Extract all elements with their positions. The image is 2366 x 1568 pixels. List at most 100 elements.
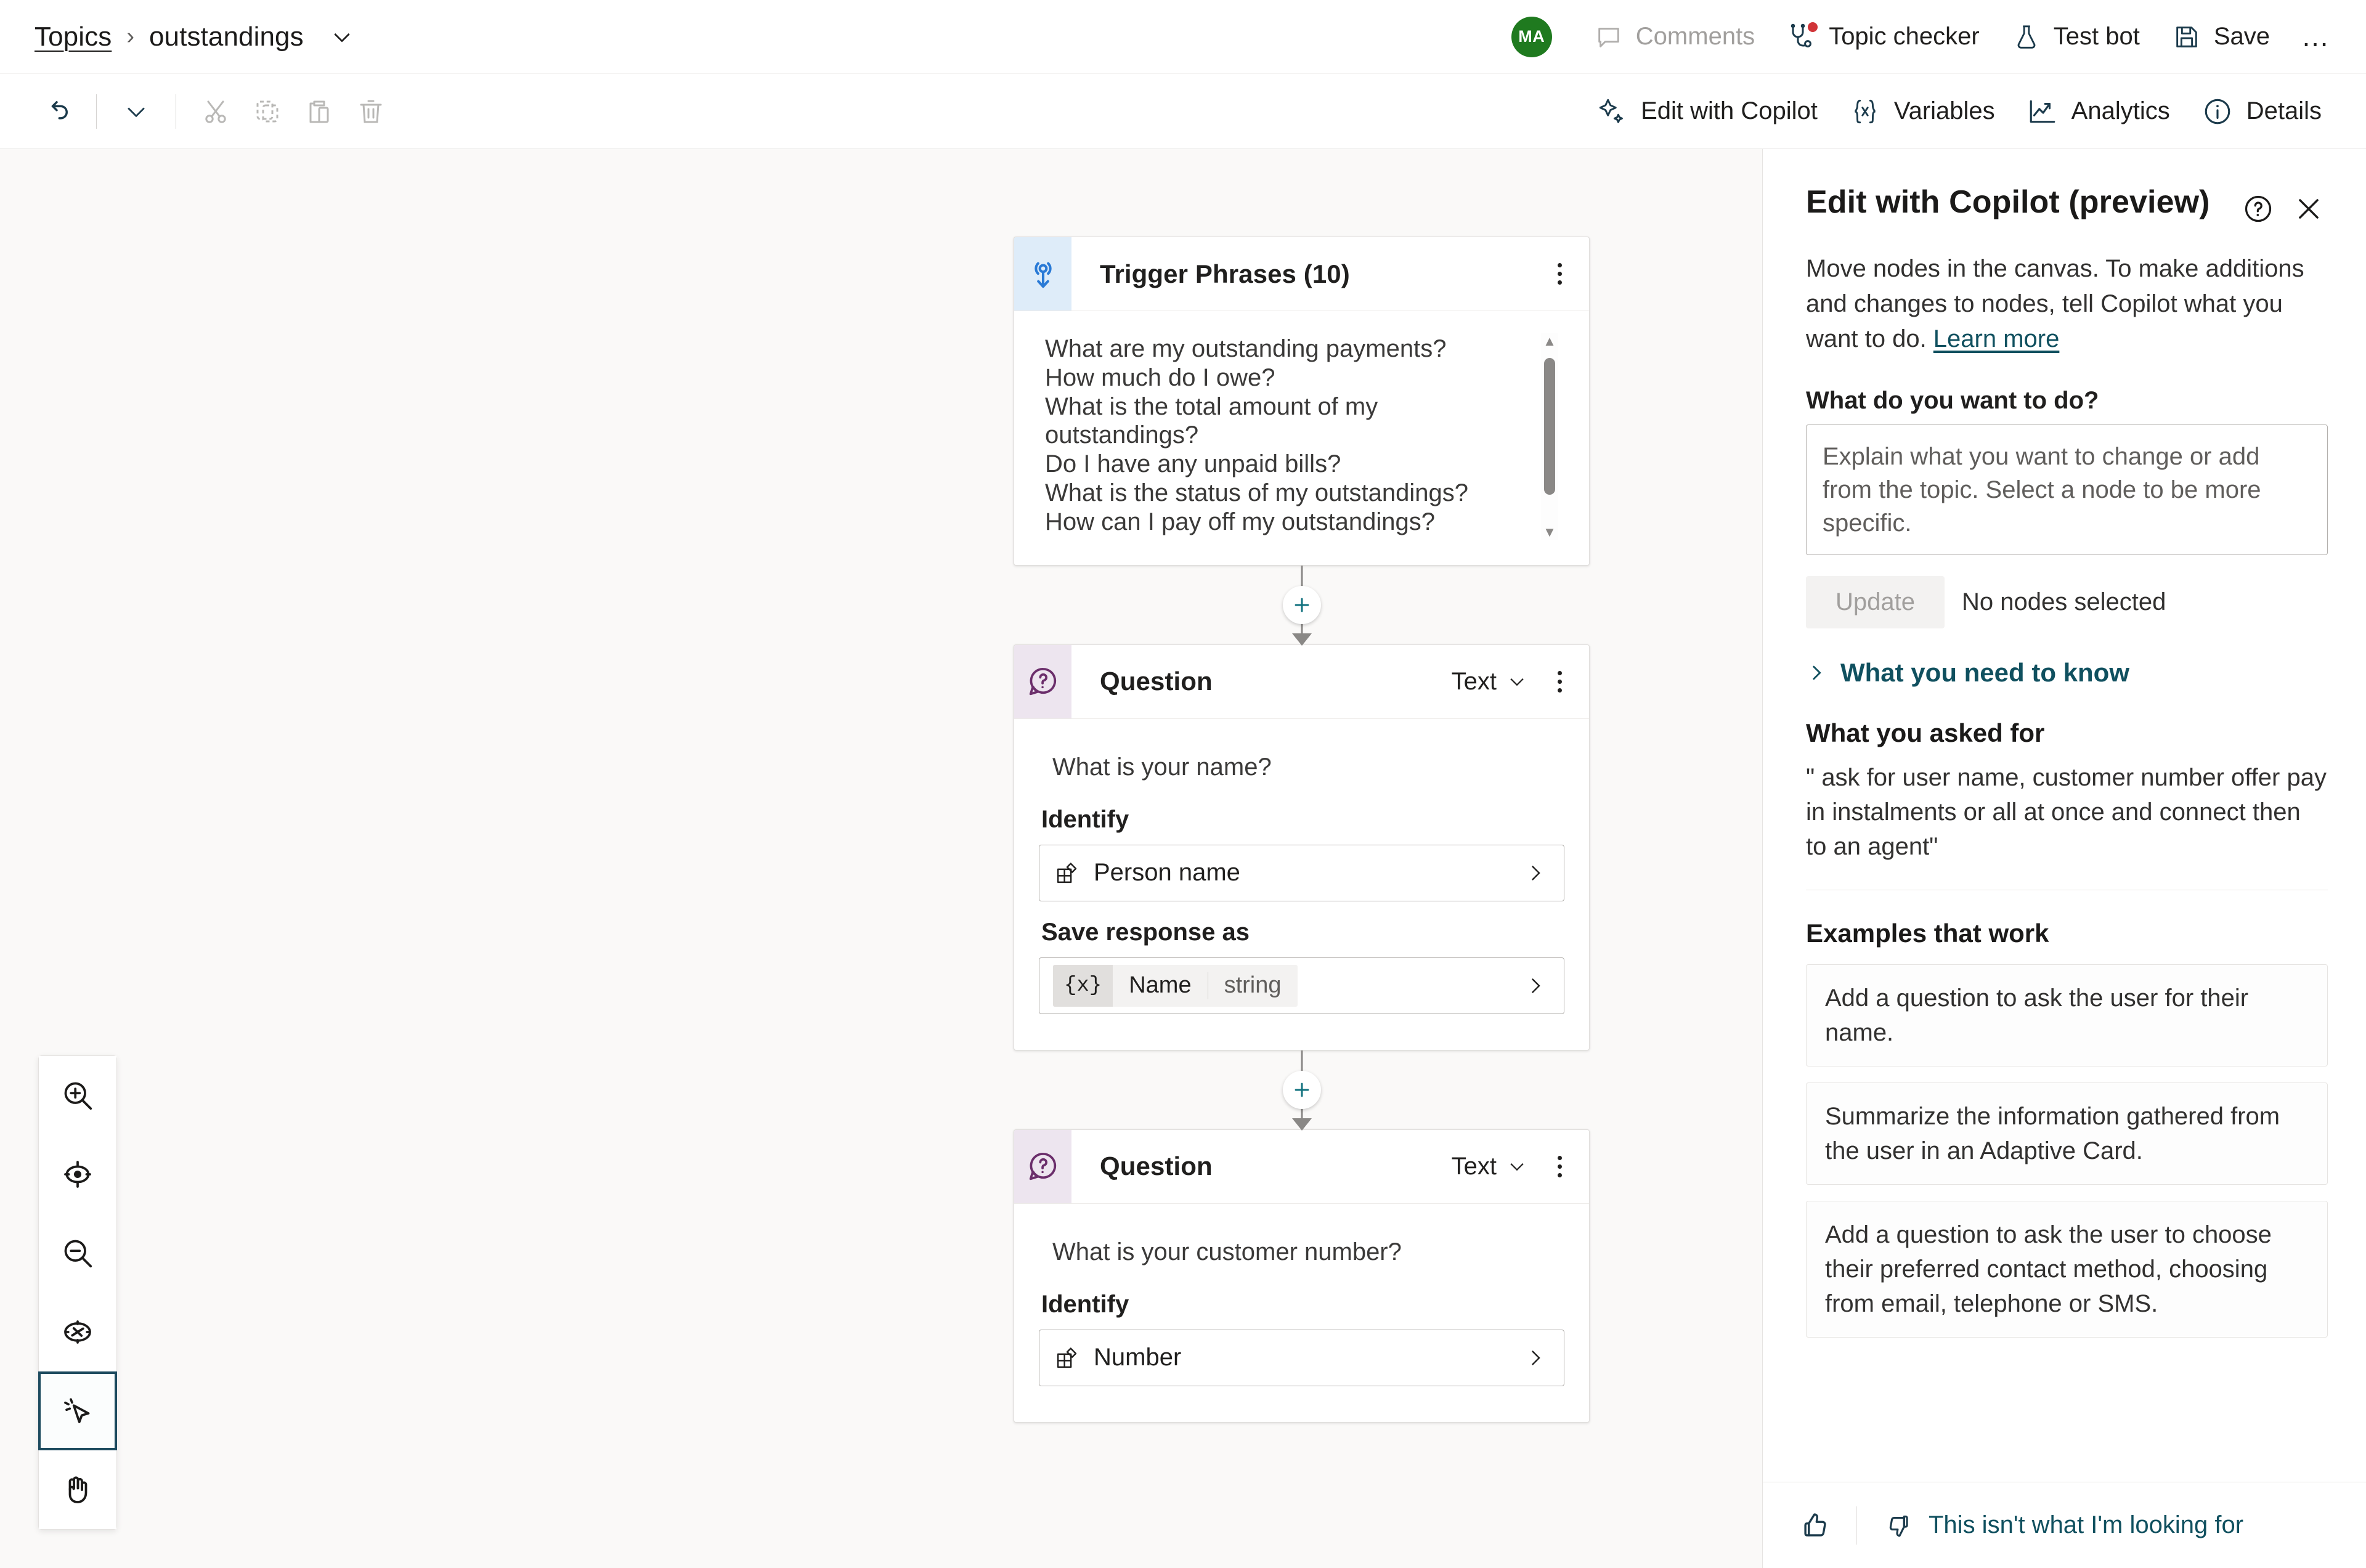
example-card[interactable]: Add a question to ask the user for their… <box>1806 964 2328 1067</box>
variable-name: Name <box>1129 972 1192 999</box>
fit-to-screen-button[interactable] <box>39 1135 116 1214</box>
trigger-node-body: What are my outstanding payments? How mu… <box>1014 311 1589 565</box>
panel-content: Edit with Copilot (preview) Move nodes i… <box>1763 149 2366 1482</box>
identify-entity-value: Person name <box>1094 859 1240 887</box>
prompt-label: What do you want to do? <box>1806 387 2099 415</box>
question-prompt-text[interactable]: What is your name? <box>1039 737 1564 800</box>
trigger-node-title: Trigger Phrases (10) <box>1100 259 1350 288</box>
paste-button[interactable] <box>293 88 345 135</box>
response-type-value: Text <box>1451 1152 1497 1180</box>
app-root: Topics › outstandings MA Comments Topic … <box>0 0 2366 1568</box>
comments-button[interactable]: Comments <box>1578 14 1771 60</box>
response-type-dropdown[interactable]: Text <box>1443 1147 1536 1187</box>
what-you-asked-for-text: " ask for user name, customer number off… <box>1806 764 2327 861</box>
header-overflow-button[interactable]: … <box>2293 16 2338 58</box>
topic-dropdown-chevron-down-icon[interactable] <box>328 23 356 51</box>
identify-entity-field[interactable]: Person name <box>1039 844 1564 901</box>
undo-button[interactable] <box>31 88 83 135</box>
question-node-2-header-actions: Text <box>1443 1130 1589 1203</box>
breadcrumb: Topics › outstandings <box>35 22 356 52</box>
copilot-prompt-input[interactable]: Explain what you want to change or add f… <box>1806 424 2328 556</box>
question-node-1-header-actions: Text <box>1443 645 1589 718</box>
scroll-down-arrow-icon[interactable]: ▼ <box>1543 524 1556 540</box>
identify-entity-value: Number <box>1094 1344 1182 1371</box>
comment-icon <box>1594 22 1624 52</box>
analytics-button[interactable]: Analytics <box>2011 87 2186 136</box>
save-label: Save <box>2213 23 2270 50</box>
trigger-phrase-item: How can I pay off my outstandings? <box>1045 508 1435 535</box>
close-icon[interactable] <box>2290 190 2328 228</box>
toolbar-right-actions: Edit with Copilot Variables Analytics De… <box>1580 87 2338 136</box>
node-flow: Trigger Phrases (10) What are my outstan… <box>1014 149 1590 1423</box>
footer-divider <box>1856 1506 1857 1545</box>
nodes-selected-status: No nodes selected <box>1961 588 2166 616</box>
trigger-phrase-item: What is the total amount of my outstandi… <box>1045 392 1378 449</box>
question-node-1-header: Question Text <box>1014 644 1589 719</box>
test-bot-button[interactable]: Test bot <box>1996 14 2156 60</box>
copy-button[interactable] <box>242 88 293 135</box>
zoom-in-button[interactable] <box>39 1056 116 1135</box>
scrollbar-track[interactable] <box>1541 349 1558 524</box>
undo-dropdown-button[interactable] <box>110 88 162 135</box>
question-node-2-body: What is your customer number? Identify N… <box>1014 1204 1589 1422</box>
command-toolbar: Edit with Copilot Variables Analytics De… <box>0 74 2366 149</box>
question-circle-icon[interactable] <box>2239 190 2277 228</box>
zoom-out-button[interactable] <box>39 1214 116 1293</box>
edit-with-copilot-button[interactable]: Edit with Copilot <box>1580 87 1834 136</box>
select-tool-button[interactable] <box>38 1371 117 1450</box>
trigger-phrase-item: How much do I owe? <box>1045 364 1275 391</box>
trigger-list-scrollbar[interactable]: ▲ ▼ <box>1541 333 1558 540</box>
add-node-button[interactable] <box>1282 585 1321 624</box>
save-button[interactable]: Save <box>2156 14 2286 60</box>
trigger-phrases-icon <box>1014 237 1071 311</box>
question-node-2-kebab-menu-icon[interactable] <box>1541 1145 1578 1188</box>
question-node-1-body: What is your name? Identify Person name <box>1014 719 1589 1050</box>
pan-tool-button[interactable] <box>39 1450 116 1529</box>
identify-entity-field[interactable]: Number <box>1039 1329 1564 1386</box>
main-body: Trigger Phrases (10) What are my outstan… <box>0 149 2366 1568</box>
scrollbar-thumb[interactable] <box>1544 358 1555 495</box>
info-circle-icon <box>2202 96 2233 127</box>
trigger-phrases-node[interactable]: Trigger Phrases (10) What are my outstan… <box>1014 237 1590 566</box>
trigger-node-kebab-menu-icon[interactable] <box>1541 253 1578 296</box>
reset-view-button[interactable] <box>39 1293 116 1371</box>
save-response-variable-field[interactable]: {x} Name string <box>1039 957 1564 1014</box>
question-node-1-kebab-menu-icon[interactable] <box>1541 660 1578 703</box>
trend-up-icon <box>2027 96 2058 127</box>
chevron-down-icon <box>1510 678 1524 686</box>
add-node-button[interactable] <box>1282 1070 1321 1109</box>
examples-that-work-label: Examples that work <box>1806 919 2049 948</box>
cut-button[interactable] <box>190 88 242 135</box>
details-button[interactable]: Details <box>2186 87 2338 136</box>
topic-canvas[interactable]: Trigger Phrases (10) What are my outstan… <box>0 149 1762 1568</box>
header-actions: MA Comments Topic checker Test bot Save … <box>1511 14 2338 60</box>
update-button[interactable]: Update <box>1806 576 1945 629</box>
question-node-2-header: Question Text <box>1014 1129 1589 1204</box>
connector-arrow-icon <box>1291 633 1312 646</box>
what-you-need-to-know-disclosure[interactable]: What you need to know <box>1806 658 2328 688</box>
sparkle-icon <box>1596 96 1627 127</box>
question-icon <box>1014 1129 1071 1203</box>
breadcrumb-separator: › <box>126 23 134 49</box>
update-row: Update No nodes selected <box>1806 576 2328 629</box>
node-connector <box>1014 1050 1590 1131</box>
question-icon <box>1014 644 1071 718</box>
learn-more-link[interactable]: Learn more <box>1933 325 2060 352</box>
variables-button[interactable]: Variables <box>1834 87 2011 136</box>
delete-button[interactable] <box>345 88 397 135</box>
avatar[interactable]: MA <box>1511 16 1552 57</box>
chevron-right-icon <box>1813 666 1821 680</box>
question-node-2[interactable]: Question Text What is your customer numb… <box>1014 1129 1590 1423</box>
breadcrumb-topics-link[interactable]: Topics <box>35 22 112 52</box>
trigger-phrase-list[interactable]: What are my outstanding payments? How mu… <box>1039 330 1564 540</box>
what-you-asked-for-label: What you asked for <box>1806 718 2045 748</box>
topic-checker-button[interactable]: Topic checker <box>1771 14 1996 60</box>
thumbs-up-icon[interactable] <box>1791 1501 1840 1550</box>
example-card[interactable]: Add a question to ask the user to choose… <box>1806 1201 2328 1338</box>
scroll-up-arrow-icon[interactable]: ▲ <box>1543 333 1556 349</box>
example-card[interactable]: Summarize the information gathered from … <box>1806 1083 2328 1185</box>
negative-feedback-button[interactable]: This isn't what I'm looking for <box>1873 1503 2254 1548</box>
question-prompt-text[interactable]: What is your customer number? <box>1039 1222 1564 1285</box>
response-type-dropdown[interactable]: Text <box>1443 662 1536 702</box>
question-node-1[interactable]: Question Text What is your name? Identif… <box>1014 644 1590 1050</box>
